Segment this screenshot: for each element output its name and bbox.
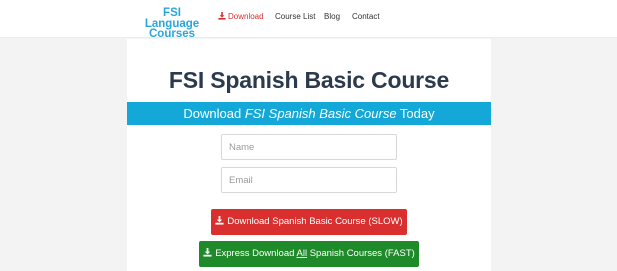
logo-line-2: Courses xyxy=(148,28,196,40)
download-slow-label: Download Spanish Basic Course (SLOW) xyxy=(227,216,403,227)
site-logo[interactable]: FSI Language Courses xyxy=(137,7,207,40)
nav-course-list-link[interactable]: Course List xyxy=(275,12,315,21)
express-download-button[interactable]: Express Download All Spanish Courses (FA… xyxy=(199,241,419,267)
download-slow-button[interactable]: Download Spanish Basic Course (SLOW) xyxy=(211,209,407,235)
email-field[interactable] xyxy=(221,167,397,193)
nav-contact-link[interactable]: Contact xyxy=(352,12,380,21)
nav-download-label: Download xyxy=(228,12,264,21)
download-card: FSI Spanish Basic Course Download FSI Sp… xyxy=(127,39,491,271)
name-field[interactable] xyxy=(221,134,397,160)
express-label-all: All xyxy=(296,248,308,259)
download-icon xyxy=(218,12,226,20)
site-header: FSI Language Courses Download Course Lis… xyxy=(0,0,617,40)
banner-prefix: Download xyxy=(183,106,245,121)
express-label-suffix: Spanish Courses (FAST) xyxy=(307,248,415,259)
nav-blog-link[interactable]: Blog xyxy=(324,12,340,21)
download-icon xyxy=(215,216,224,225)
express-label-prefix: Express Download xyxy=(215,248,297,259)
banner-suffix: Today xyxy=(396,106,435,121)
banner-course-name: FSI Spanish Basic Course xyxy=(244,106,397,121)
page-title: FSI Spanish Basic Course xyxy=(168,67,450,93)
download-icon xyxy=(203,248,212,257)
logo-line-1: FSI Language xyxy=(144,7,200,30)
download-banner: Download FSI Spanish Basic Course Today xyxy=(127,102,491,125)
nav-download-link[interactable]: Download xyxy=(218,12,264,21)
